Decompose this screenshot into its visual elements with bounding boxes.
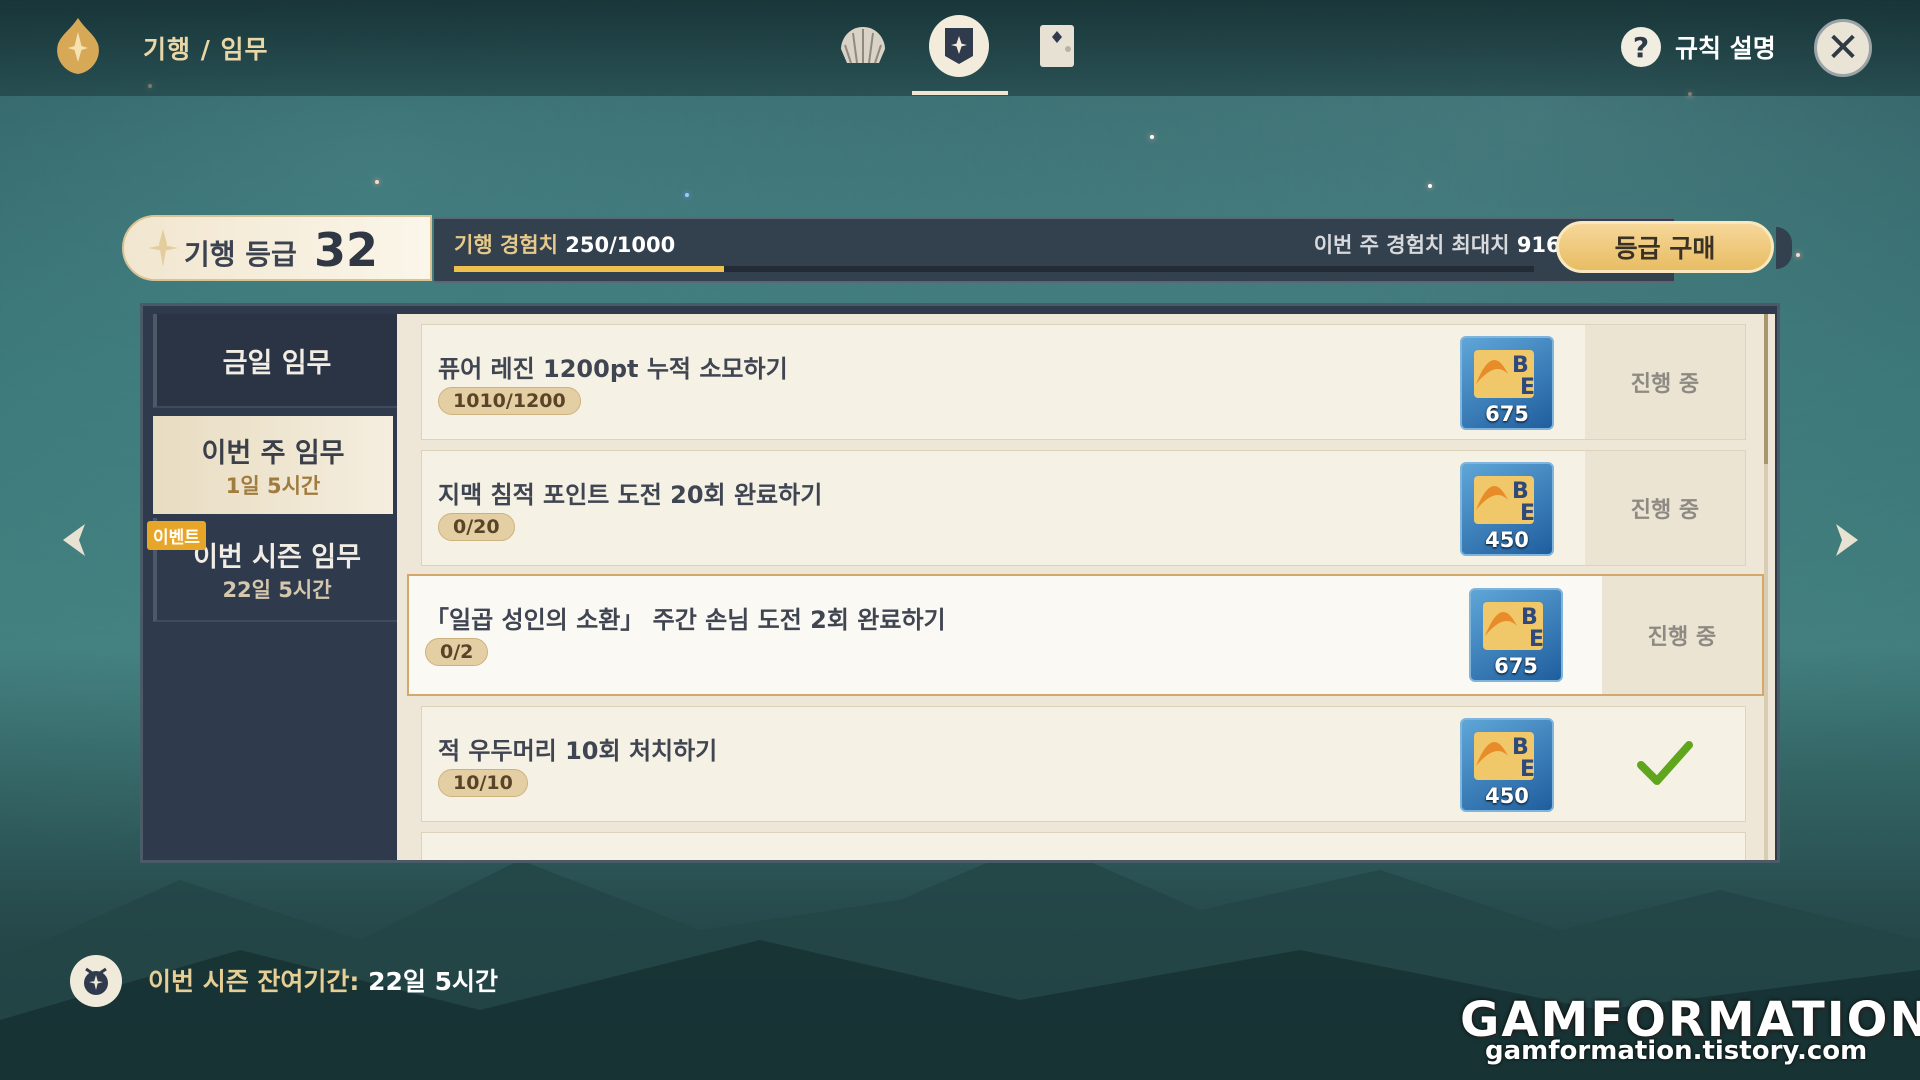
buy-level-button[interactable]: 등급 구매	[1556, 221, 1774, 273]
event-badge: 이벤트	[147, 521, 206, 550]
quest-progress: 1010/1200	[438, 387, 581, 415]
quest-title: 「일곱 성인의 소환」 주간 손님 도전 2회 완료하기	[425, 606, 946, 634]
quest-status-complete	[1585, 707, 1745, 821]
sidebar-item-timer: 22일 5시간	[222, 577, 332, 602]
watermark-url: gamformation.tistory.com	[1485, 1036, 1868, 1066]
season-timer-icon	[70, 955, 122, 1007]
tab-cards[interactable]	[1027, 14, 1087, 78]
reward-amount: 675	[1494, 654, 1538, 678]
reward-amount: 450	[1485, 784, 1529, 808]
season-emblem-icon	[84, 967, 108, 995]
reward-book-icon: B E	[1483, 602, 1544, 652]
level-emblem-icon	[148, 229, 178, 267]
breadcrumb: 기행 / 임무	[143, 35, 269, 64]
reward-book-icon: B E	[1474, 350, 1535, 400]
reward-item[interactable]: B E 450	[1460, 718, 1554, 812]
tab-shell[interactable]	[833, 14, 893, 78]
help-label: 규칙 설명	[1675, 34, 1776, 63]
level-badge: 기행 등급 32	[122, 215, 432, 281]
sidebar-item-daily[interactable]: 금일 임무	[153, 314, 397, 408]
scrollbar-thumb[interactable]	[1764, 314, 1768, 464]
seashell-icon	[841, 27, 885, 64]
reward-item[interactable]: B E 450	[1460, 462, 1554, 556]
reward-item[interactable]: B E 675	[1460, 336, 1554, 430]
reward-amount: 450	[1485, 528, 1529, 552]
sidebar-item-timer: 1일 5시간	[225, 473, 321, 498]
reward-item[interactable]: B E 675	[1469, 588, 1563, 682]
banner-star-icon	[945, 28, 973, 64]
quest-panel: 금일 임무 이번 주 임무 1일 5시간 이번 시즌 임무 22일 5시간 이벤…	[140, 303, 1780, 863]
exp-label: 기행 경험치 250/1000	[454, 229, 675, 259]
star-sparkle	[375, 180, 379, 184]
sidebar-item-label: 이번 주 임무	[201, 437, 345, 469]
quest-progress: 0/20	[438, 513, 515, 541]
level-bar: 기행 등급 32 기행 경험치 250/1000 이번 주 경험치 최대치 91…	[122, 213, 1792, 283]
quest-title: 퓨어 레진 1200pt 누적 소모하기	[438, 355, 788, 383]
exp-value: 250/1000	[565, 233, 676, 257]
reward-book-icon: B E	[1474, 476, 1535, 526]
quest-status: 진행 중	[1585, 325, 1745, 439]
tab-active-indicator	[929, 15, 989, 77]
star-sparkle	[685, 193, 689, 197]
quest-list-scrollbar[interactable]	[1764, 314, 1768, 860]
season-remaining: 이번 시즌 잔여기간: 22일 5시간	[148, 962, 498, 998]
quest-status: 진행 중	[1585, 451, 1745, 565]
exp-track-end	[1776, 227, 1792, 269]
quest-row[interactable]: 퓨어 레진 1200pt 누적 소모하기 1010/1200 B E 675 진…	[421, 324, 1746, 440]
exp-track: 기행 경험치 250/1000 이번 주 경험치 최대치 9165/10000	[434, 217, 1674, 283]
exp-progress-fill	[454, 266, 724, 272]
tab-quests[interactable]	[929, 14, 989, 78]
star-sparkle	[1428, 184, 1432, 188]
prev-arrow-icon[interactable]	[55, 520, 95, 560]
quest-status: 진행 중	[1602, 576, 1762, 694]
svg-text:E: E	[1520, 501, 1535, 526]
quest-row-selected[interactable]: 「일곱 성인의 소환」 주간 손님 도전 2회 완료하기 0/2 B E 675…	[407, 574, 1764, 696]
exp-label-text: 기행 경험치	[454, 233, 558, 257]
next-arrow-icon[interactable]	[1826, 520, 1866, 560]
sidebar-item-label: 이번 시즌 임무	[193, 541, 361, 573]
quest-progress: 10/10	[438, 769, 528, 797]
level-label: 기행 등급	[184, 238, 297, 271]
star-sparkle	[1796, 253, 1800, 257]
top-bar: 기행 / 임무 ? 규칙 설명 ✕	[0, 0, 1920, 96]
star-sparkle	[1150, 135, 1154, 139]
sidebar-item-weekly[interactable]: 이번 주 임무 1일 5시간	[153, 416, 393, 514]
reward-book-icon: B E	[1474, 732, 1535, 782]
quest-row[interactable]: 지맥 침적 포인트 도전 20회 완료하기 0/20 B E 450 진행 중	[421, 450, 1746, 566]
weekly-exp-label: 이번 주 경험치 최대치	[1313, 233, 1510, 257]
svg-text:E: E	[1520, 757, 1535, 782]
checkmark-icon	[1637, 741, 1693, 785]
season-remaining-label: 이번 시즌 잔여기간:	[148, 967, 360, 996]
quest-list: 퓨어 레진 1200pt 누적 소모하기 1010/1200 B E 675 진…	[397, 314, 1775, 860]
close-button[interactable]: ✕	[1814, 19, 1872, 77]
tab-underline	[912, 91, 1008, 95]
quest-title: 지맥 침적 포인트 도전 20회 완료하기	[438, 481, 823, 509]
help-button[interactable]: ? 규칙 설명	[1621, 27, 1776, 67]
reward-amount: 675	[1485, 402, 1529, 426]
battle-pass-logo-icon	[57, 18, 99, 74]
exp-progress-bar	[454, 266, 1534, 272]
quest-title: 적 우두머리 10회 처치하기	[438, 737, 718, 765]
quest-row[interactable]: 적 우두머리 10회 처치하기 10/10 B E 450	[421, 706, 1746, 822]
level-value: 32	[314, 223, 379, 277]
quest-progress: 0/2	[425, 638, 489, 666]
question-icon: ?	[1621, 27, 1661, 67]
svg-text:E: E	[1520, 375, 1535, 400]
quest-row-partial[interactable]	[421, 832, 1746, 860]
close-icon: ✕	[1826, 25, 1860, 71]
card-icon	[1040, 25, 1074, 67]
sidebar-item-label: 금일 임무	[222, 347, 332, 379]
season-remaining-value: 22일 5시간	[368, 967, 499, 996]
svg-text:E: E	[1529, 627, 1544, 652]
